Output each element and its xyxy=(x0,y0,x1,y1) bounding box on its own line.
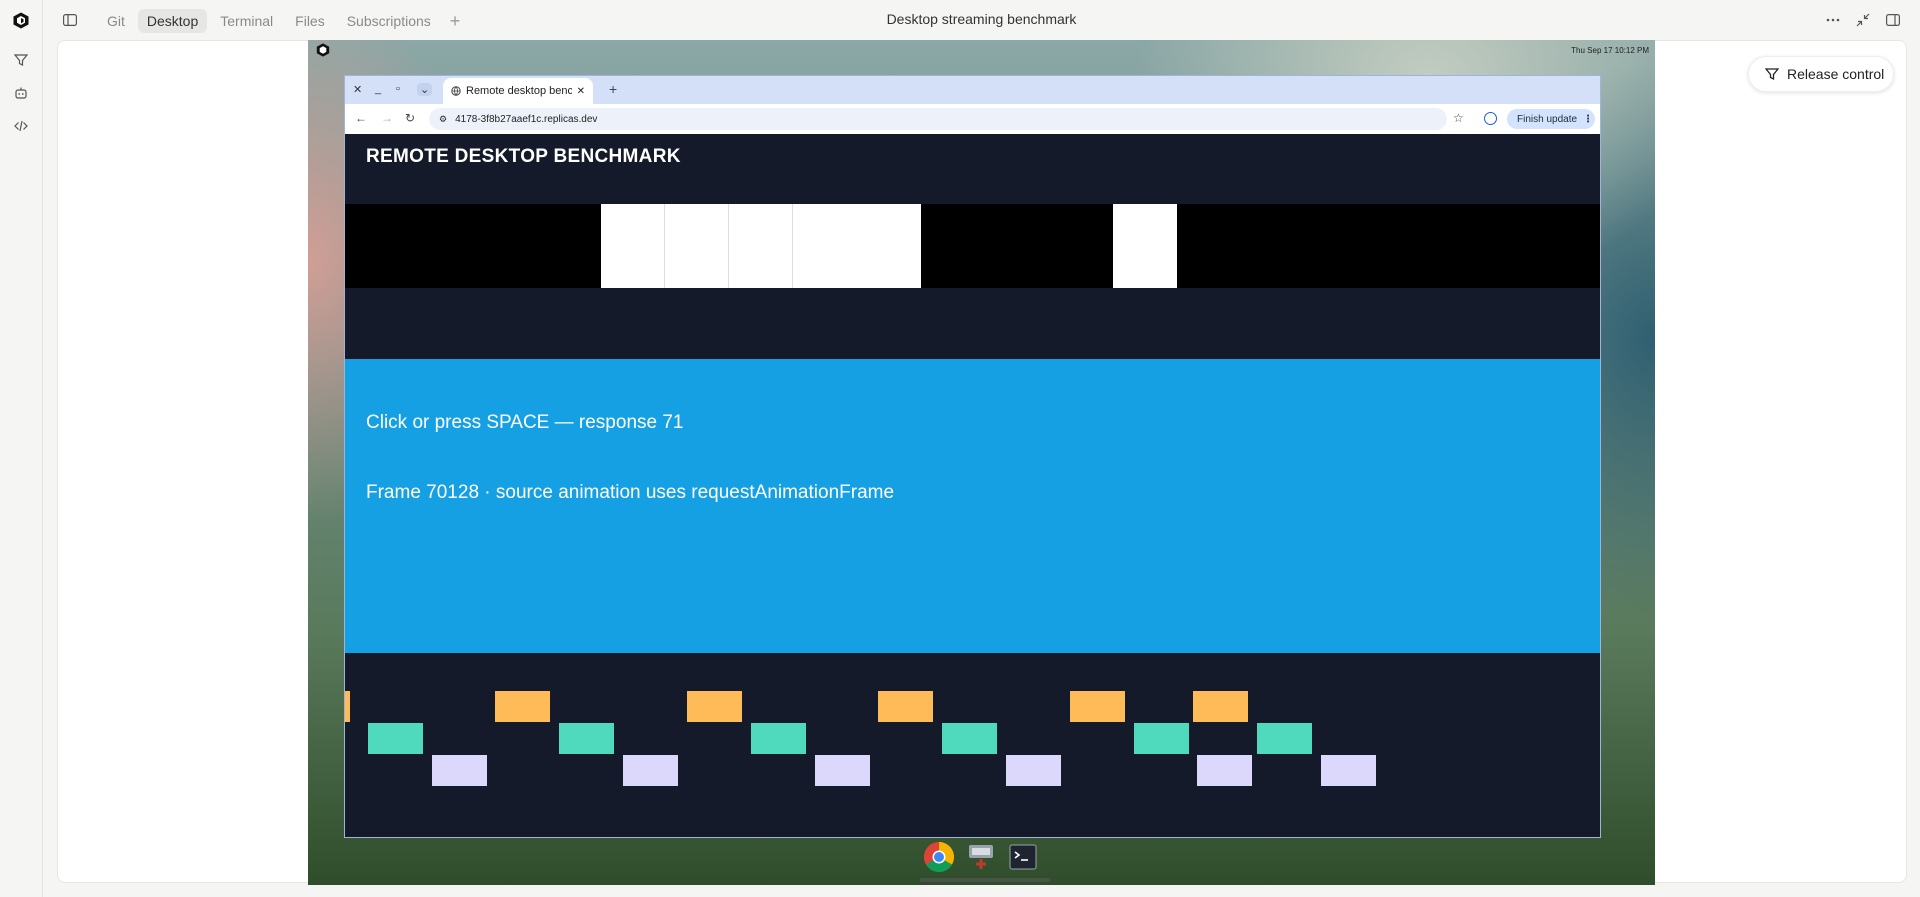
top-bar: Git Desktop Terminal Files Subscriptions… xyxy=(43,0,1920,40)
forward-icon[interactable]: → xyxy=(381,111,393,125)
browser-tab-title: Remote desktop bench xyxy=(466,85,572,97)
animation-block xyxy=(751,723,806,754)
kebab-menu-icon[interactable]: ⋮ xyxy=(1583,114,1593,125)
address-bar[interactable]: ⚙ 4178-3f8b27aaef1c.replicas.dev xyxy=(429,108,1447,130)
logo-icon[interactable] xyxy=(11,10,31,30)
network-tool-icon[interactable] xyxy=(964,840,998,874)
new-tab-icon[interactable]: + xyxy=(609,81,617,97)
collapse-icon[interactable] xyxy=(1853,10,1873,30)
response-area[interactable]: Click or press SPACE — response 71 Frame… xyxy=(345,359,1600,653)
url-text: 4178-3f8b27aaef1c.replicas.dev xyxy=(455,113,598,125)
strip-cell xyxy=(729,204,793,288)
bookmark-star-icon[interactable]: ☆ xyxy=(1453,111,1464,125)
animation-block xyxy=(495,691,550,722)
browser-window: ✕ _ ▫ ⌄ Remote desktop bench ✕ + ← → ↻ ⚙… xyxy=(344,75,1601,838)
animation-block xyxy=(1134,723,1189,754)
terminal-icon[interactable] xyxy=(1006,840,1040,874)
finish-update-button[interactable]: Finish update ⋮ xyxy=(1507,109,1595,129)
desktop-logo-icon xyxy=(316,43,330,57)
chrome-icon[interactable] xyxy=(922,840,956,874)
code-icon[interactable] xyxy=(11,116,31,136)
animation-block xyxy=(368,723,423,754)
desktop-dock xyxy=(922,840,1040,874)
finish-update-label: Finish update xyxy=(1517,113,1578,125)
desktop-clock: Thu Sep 17 10:12 PM xyxy=(1571,46,1649,55)
animation-block xyxy=(687,691,742,722)
response-text: Click or press SPACE — response 71 xyxy=(366,412,684,433)
animation-block xyxy=(432,755,487,786)
browser-tab[interactable]: Remote desktop bench ✕ xyxy=(443,78,593,104)
right-panel-toggle-icon[interactable] xyxy=(1883,10,1903,30)
animation-block xyxy=(815,755,870,786)
strip-cell xyxy=(793,204,921,288)
animation-block xyxy=(1197,755,1252,786)
window-close-icon[interactable]: ✕ xyxy=(353,83,362,96)
site-info-icon[interactable]: ⚙ xyxy=(439,114,447,125)
browser-tab-strip: ✕ _ ▫ ⌄ Remote desktop bench ✕ + xyxy=(345,76,1600,104)
animation-block xyxy=(878,691,933,722)
window-minimize-icon[interactable]: _ xyxy=(375,83,381,95)
page-title: Desktop streaming benchmark xyxy=(886,11,1077,27)
frame-strip xyxy=(345,204,1600,288)
strip-cell xyxy=(601,204,665,288)
frame-text: Frame 70128 · source animation uses requ… xyxy=(366,482,895,503)
strip-cell xyxy=(665,204,729,288)
back-icon[interactable]: ← xyxy=(355,111,367,125)
tab-search-icon[interactable]: ⌄ xyxy=(417,83,433,96)
animation-block xyxy=(1257,723,1312,754)
remote-desktop[interactable]: Thu Sep 17 10:12 PM ✕ _ ▫ ⌄ Remote deskt… xyxy=(308,40,1655,885)
tab-close-icon[interactable]: ✕ xyxy=(577,86,585,97)
strip-cell xyxy=(1113,204,1177,288)
globe-icon xyxy=(451,86,461,96)
animation-block xyxy=(345,691,350,722)
profile-icon[interactable] xyxy=(1484,112,1497,125)
release-control-label: Release control xyxy=(1787,66,1885,82)
bot-icon[interactable] xyxy=(11,83,31,103)
release-control-button[interactable]: Release control xyxy=(1748,56,1894,92)
animation-block xyxy=(559,723,614,754)
animation-block xyxy=(1006,755,1061,786)
browser-toolbar: ← → ↻ ⚙ 4178-3f8b27aaef1c.replicas.dev ☆… xyxy=(345,104,1600,134)
animation-block xyxy=(942,723,997,754)
more-icon[interactable] xyxy=(1823,10,1843,30)
reload-icon[interactable]: ↻ xyxy=(405,111,415,125)
benchmark-page[interactable]: REMOTE DESKTOP BENCHMARK Click or press … xyxy=(345,134,1600,837)
filter-icon[interactable] xyxy=(11,50,31,70)
dock-indicator xyxy=(920,878,1050,882)
animation-block xyxy=(1321,755,1376,786)
filter-icon xyxy=(1765,68,1779,81)
window-maximize-icon[interactable]: ▫ xyxy=(396,83,400,95)
left-rail xyxy=(0,0,43,897)
animation-block xyxy=(1193,691,1248,722)
animation-block xyxy=(1070,691,1125,722)
benchmark-title: REMOTE DESKTOP BENCHMARK xyxy=(366,146,681,167)
animation-block xyxy=(623,755,678,786)
